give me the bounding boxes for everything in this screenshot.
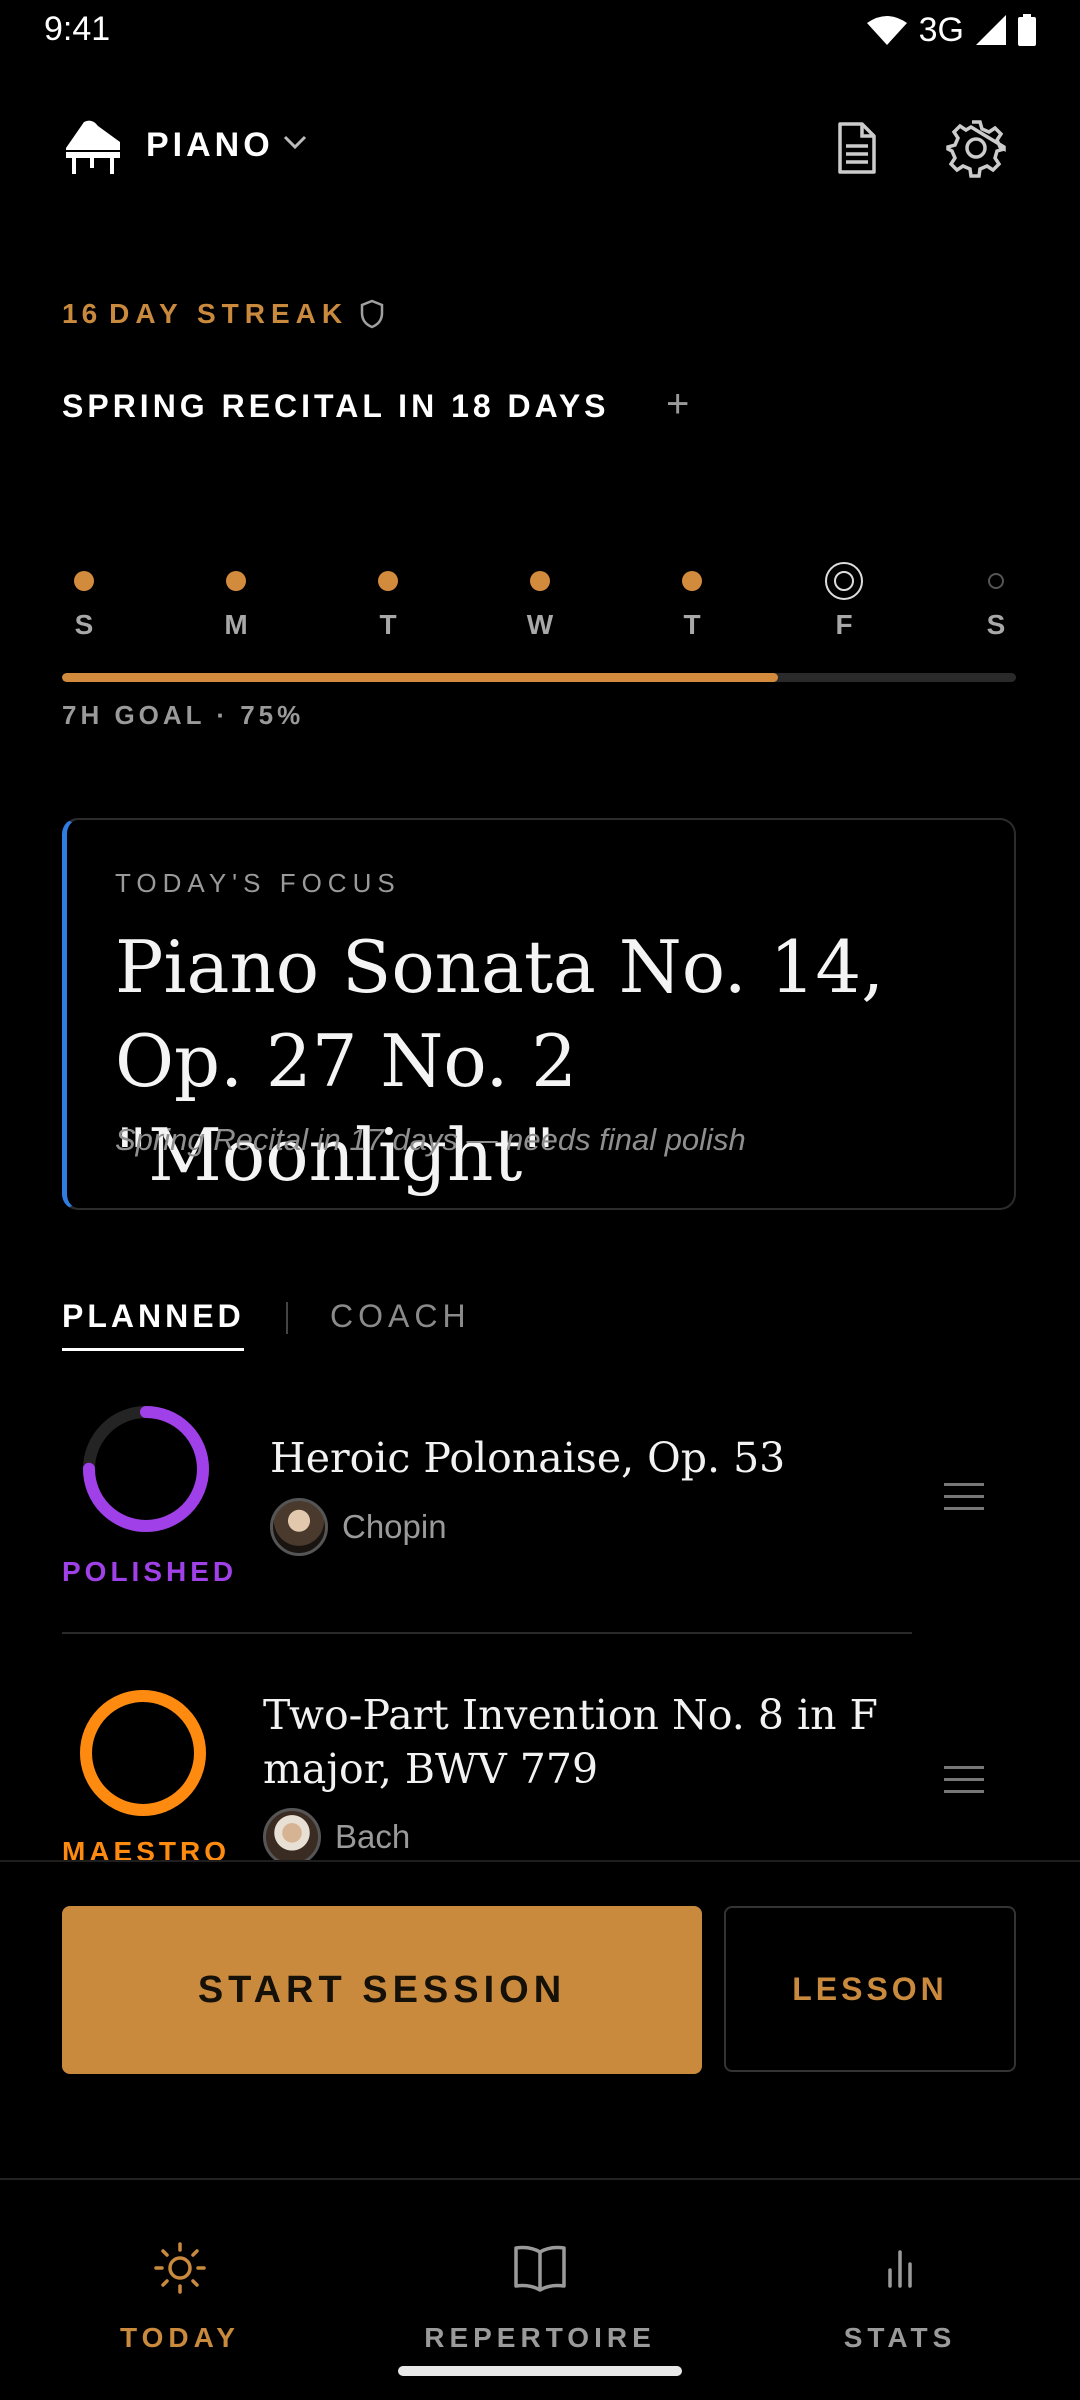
lesson-button[interactable]: LESSON bbox=[724, 1906, 1016, 2072]
wifi-icon bbox=[866, 16, 907, 45]
nav-label: REPERTOIRE bbox=[424, 2322, 656, 2353]
nav-repertoire[interactable]: REPERTOIRE bbox=[420, 2238, 660, 2354]
composer-avatar bbox=[263, 1808, 321, 1860]
nav-label: STATS bbox=[843, 2322, 957, 2353]
day-label: F bbox=[835, 609, 853, 640]
tab-coach[interactable]: COACH bbox=[330, 1298, 471, 1335]
battery-icon bbox=[1018, 14, 1036, 46]
day-complete-dot bbox=[226, 571, 246, 591]
status-icons: 3G bbox=[866, 8, 1036, 52]
day-label: W bbox=[526, 609, 554, 640]
shield-icon bbox=[360, 299, 384, 329]
streak-text: DAY STREAK bbox=[109, 298, 349, 329]
book-icon bbox=[514, 2245, 566, 2292]
nav-today[interactable]: TODAY bbox=[60, 2238, 300, 2354]
piece-title: Heroic Polonaise, Op. 53 bbox=[270, 1434, 786, 1482]
tab-active-indicator bbox=[62, 1348, 244, 1351]
day-wednesday[interactable]: W bbox=[500, 561, 580, 641]
status-time: 9:41 bbox=[44, 10, 111, 48]
network-type: 3G bbox=[918, 10, 964, 49]
weekly-goal-label: 7H GOAL · 75% bbox=[62, 700, 305, 730]
add-event-button[interactable]: + bbox=[666, 382, 689, 427]
chevron-down-icon[interactable] bbox=[282, 132, 308, 152]
piece-title: Two-Part Invention No. 8 in F major, BWV… bbox=[263, 1691, 878, 1793]
grand-piano-icon bbox=[66, 120, 120, 174]
focus-kicker: TODAY'S FOCUS bbox=[115, 868, 401, 898]
day-label: T bbox=[683, 609, 701, 640]
day-label: T bbox=[379, 609, 397, 640]
composer-avatar bbox=[270, 1498, 328, 1556]
day-label: S bbox=[986, 609, 1006, 640]
day-tuesday[interactable]: T bbox=[348, 561, 428, 641]
status-label: MAESTRO bbox=[62, 1836, 230, 1860]
todays-focus-card[interactable]: TODAY'S FOCUS Piano Sonata No. 14, Op. 2… bbox=[62, 818, 1016, 1210]
day-complete-dot bbox=[74, 571, 94, 591]
day-monday[interactable]: M bbox=[196, 561, 276, 641]
piece-row[interactable]: MAESTRO Two-Part Invention No. 8 in F ma… bbox=[0, 1670, 1080, 1860]
signal-icon bbox=[976, 15, 1006, 45]
streak-label: 16 DAY STREAK bbox=[62, 298, 386, 330]
nav-label: TODAY bbox=[120, 2322, 240, 2353]
day-complete-dot bbox=[378, 571, 398, 591]
day-complete-dot bbox=[682, 571, 702, 591]
composer: Bach bbox=[263, 1808, 410, 1860]
composer-name: Bach bbox=[335, 1818, 411, 1855]
day-thursday[interactable]: T bbox=[652, 561, 732, 641]
tab-separator bbox=[286, 1302, 288, 1334]
progress-ring bbox=[80, 1690, 206, 1816]
nav-stats[interactable]: STATS bbox=[780, 2238, 1020, 2354]
day-saturday[interactable]: S bbox=[956, 561, 1036, 641]
weekly-goal-progress bbox=[62, 673, 1016, 682]
day-friday[interactable]: F bbox=[804, 561, 884, 641]
focus-title: Piano Sonata No. 14, Op. 27 No. 2 "Moonl… bbox=[115, 925, 885, 1197]
bar-chart-icon bbox=[888, 2250, 912, 2288]
list-divider bbox=[0, 1860, 1080, 1862]
drag-handle-icon[interactable] bbox=[944, 1483, 984, 1519]
day-label: M bbox=[224, 609, 248, 640]
document-icon[interactable] bbox=[826, 118, 886, 178]
progress-ring bbox=[83, 1406, 209, 1532]
composer: Chopin bbox=[270, 1498, 447, 1556]
nav-divider bbox=[0, 2178, 1080, 2180]
day-upcoming-dot bbox=[988, 573, 1004, 589]
instrument-selector[interactable]: PIANO bbox=[146, 126, 274, 165]
drag-handle-icon[interactable] bbox=[944, 1766, 984, 1802]
weekly-goal-fill bbox=[62, 673, 778, 682]
sun-icon bbox=[154, 2242, 206, 2294]
gear-icon[interactable] bbox=[946, 118, 1006, 178]
day-label: S bbox=[74, 609, 94, 640]
day-complete-dot bbox=[530, 571, 550, 591]
status-label: POLISHED bbox=[62, 1556, 238, 1587]
streak-count: 16 bbox=[62, 298, 102, 329]
day-sunday[interactable]: S bbox=[44, 561, 124, 641]
tab-planned[interactable]: PLANNED bbox=[62, 1298, 245, 1335]
start-session-button[interactable]: START SESSION bbox=[62, 1906, 702, 2074]
focus-subtitle: Spring Recital in 17 days — needs final … bbox=[115, 1122, 746, 1157]
home-indicator[interactable] bbox=[398, 2366, 682, 2376]
day-today-ring bbox=[825, 562, 863, 600]
row-divider bbox=[62, 1632, 912, 1634]
piece-row[interactable]: POLISHED Heroic Polonaise, Op. 53 Chopin bbox=[0, 1390, 1080, 1590]
recital-countdown: SPRING RECITAL IN 18 DAYS bbox=[62, 388, 610, 424]
composer-name: Chopin bbox=[342, 1508, 447, 1545]
